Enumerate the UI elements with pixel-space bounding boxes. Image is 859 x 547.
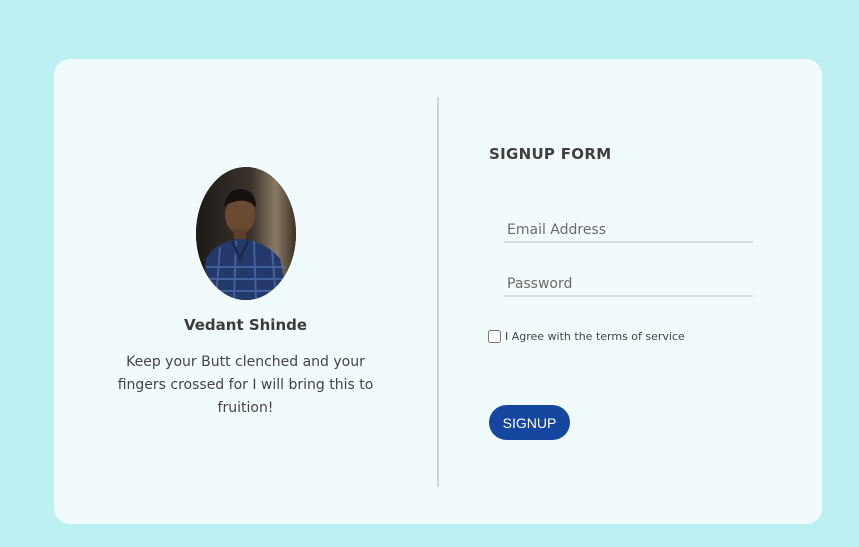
profile-name: Vedant Shinde bbox=[183, 316, 308, 334]
password-field[interactable] bbox=[504, 273, 753, 297]
profile-avatar bbox=[196, 167, 296, 300]
profile-panel: Vedant Shinde Keep your Butt clenched an… bbox=[94, 59, 397, 524]
terms-checkbox[interactable] bbox=[488, 330, 501, 343]
terms-agreement[interactable]: I Agree with the terms of service bbox=[488, 330, 685, 343]
signup-button[interactable]: SIGNUP bbox=[489, 405, 570, 440]
profile-quote: Keep your Butt clenched and your fingers… bbox=[117, 354, 374, 416]
form-title: SIGNUP FORM bbox=[489, 145, 612, 163]
profile-photo-icon bbox=[196, 167, 296, 300]
terms-label: I Agree with the terms of service bbox=[505, 330, 685, 343]
panel-divider bbox=[437, 97, 439, 487]
signup-card: Vedant Shinde Keep your Butt clenched an… bbox=[54, 59, 822, 524]
email-field[interactable] bbox=[504, 219, 753, 243]
